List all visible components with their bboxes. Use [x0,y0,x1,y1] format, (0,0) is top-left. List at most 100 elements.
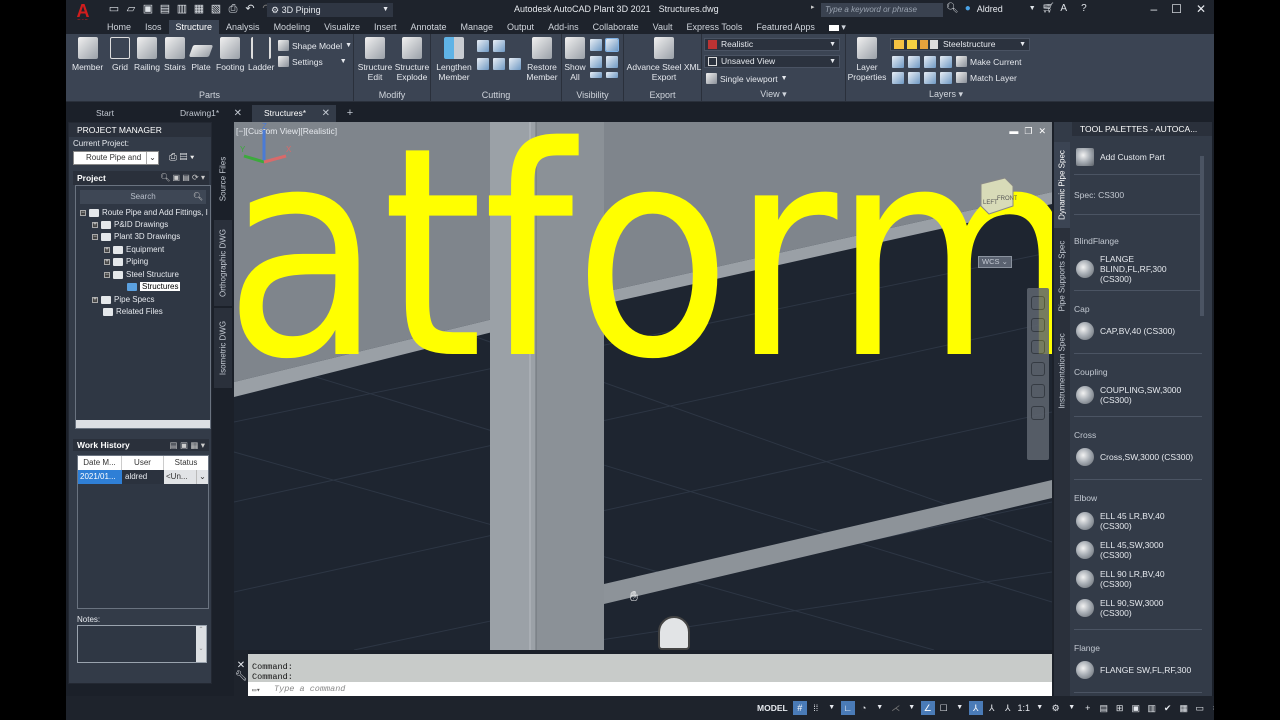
show-symbol-icon[interactable] [606,72,618,78]
search-icon[interactable]: 🔍︎ [946,3,959,14]
print-icon[interactable]: ⎙ [227,3,239,15]
stairs-button[interactable]: Stairs [164,37,186,72]
ladder-button[interactable]: Ladder [248,37,274,72]
collapse-icon[interactable]: − [80,209,86,216]
ribbon-tab-insert[interactable]: Insert [367,20,404,34]
palette-item[interactable]: ELL 90,SW,3000 (CS300) [1076,598,1196,618]
zoom-icon[interactable] [1031,340,1045,354]
chevron-down-icon[interactable]: ▼ [1033,701,1047,715]
hide-others-icon[interactable] [590,56,602,68]
layer-properties-button[interactable]: Layer Properties [848,37,886,82]
show-model-icon[interactable] [606,56,618,68]
ribbon-tab-vault[interactable]: Vault [646,20,680,34]
annotation-scale-select[interactable]: 1:1 [1017,701,1031,715]
layer-isolate-icon[interactable] [908,56,920,68]
hide-icon[interactable] [590,39,602,51]
save-icon[interactable]: ▣ [142,3,154,15]
print-icon[interactable]: ⎙ ▤ ▾ [169,151,207,165]
layer-select[interactable]: Steelstructure ▼ [890,38,1030,51]
grid-toggle[interactable]: # [792,700,807,715]
ribbon-tab-collaborate[interactable]: Collaborate [586,20,646,34]
undo-icon[interactable]: ↶ [244,3,256,15]
visual-style-select[interactable]: Realistic ▼ [704,38,840,51]
palette-title[interactable]: PROJECT MANAGER [69,123,211,137]
maximize-icon[interactable]: ☐ [1171,2,1182,16]
isolate-icon[interactable] [605,38,619,52]
palette-item[interactable]: CAP,BV,40 (CS300) [1076,322,1196,340]
minimize-icon[interactable]: – [1150,2,1157,16]
viewport-config-button[interactable]: Single viewport ▼ [706,73,788,84]
structure-edit-button[interactable]: Structure Edit [358,37,392,82]
drawing-viewport[interactable]: atform [−][Custom View][Realistic] ▬ ❐ ✕… [234,122,1052,650]
cart-icon[interactable]: 🛒︎ [1042,3,1055,14]
quick-properties-icon[interactable]: ⊞ [1113,701,1127,715]
layer-lock-icon[interactable] [940,56,952,68]
import-icon[interactable]: ▧ [210,3,222,15]
collapse-icon[interactable]: − [104,271,110,278]
publish-icon[interactable]: ▥ [176,3,188,15]
tree-node[interactable]: Structures [116,282,181,291]
close-icon[interactable]: ✕ [1196,2,1206,16]
tree-node[interactable]: − Steel Structure [104,270,179,279]
cut-icon[interactable] [477,40,489,52]
annotation-scale-icon[interactable]: ⅄ [1001,701,1015,715]
viewport-nav-icon[interactable] [1031,406,1045,420]
save-as-icon[interactable]: ▤ [159,3,171,15]
layer-freeze-icon[interactable] [924,56,936,68]
workspace-gear-icon[interactable]: ⚙ [1049,701,1063,715]
isolate-objects-icon[interactable]: ▥ [1145,701,1159,715]
layer-unisolate-icon[interactable] [908,72,920,84]
structure-explode-button[interactable]: Structure Explode [394,37,430,82]
steering-wheel-icon[interactable] [1031,296,1045,310]
ribbon-tab-structure[interactable]: Structure [168,20,220,34]
project-tools-icons[interactable]: 🔍︎ ▣ ▤ ⟳ ▾ [160,171,205,185]
layer-on-icon[interactable] [892,72,904,84]
doc-tab-drawing1[interactable]: Drawing1* ✕ [168,105,248,122]
showmotion-icon[interactable] [1031,384,1045,398]
tree-node[interactable]: Related Files [92,307,163,316]
advance-steel-export-button[interactable]: Advance Steel XML Export [626,37,702,82]
ribbon-tab-home[interactable]: Home [100,20,138,34]
project-search-input[interactable]: Search 🔍︎ [80,190,206,204]
open-icon[interactable]: ▱ [125,3,137,15]
palette-item[interactable]: Cross,SW,3000 (CS300) [1076,448,1196,466]
add-custom-part-button[interactable]: Add Custom Part [1076,148,1165,166]
tree-node[interactable]: + Equipment [104,245,164,254]
collapse-icon[interactable]: − [92,233,98,240]
palette-item[interactable]: ELL 45 LR,BV,40 (CS300) [1076,511,1196,531]
make-current-button[interactable]: Make Current [956,56,1022,67]
chevron-down-icon[interactable]: ▼ [1029,5,1036,12]
view-cube-left-face[interactable]: LEFT [983,200,998,206]
tab-instrumentation-spec[interactable]: Instrumentation Spec [1054,324,1070,418]
autodesk-icon[interactable]: A [1060,3,1067,14]
clean-screen-icon[interactable]: ▦ [1177,701,1191,715]
named-view-select[interactable]: Unsaved View ▼ [704,55,840,68]
viewport-minimize-icon[interactable]: ▬ [1009,126,1018,137]
isodraft-toggle[interactable]: ⋌ [889,701,903,715]
ribbon-tab-modeling[interactable]: Modeling [267,20,318,34]
ribbon-tab-manage[interactable]: Manage [454,20,501,34]
expand-icon[interactable]: + [104,246,110,253]
chevron-down-icon[interactable]: ▼ [1065,701,1079,715]
new-tab-button[interactable]: + [342,105,358,122]
side-tab-isometric-dwg[interactable]: Isometric DWG [214,308,232,388]
layer-unlock-icon[interactable] [940,72,952,84]
command-prompt-icon[interactable]: ▭▾ [252,684,270,695]
polar-tracking-toggle[interactable]: ◔ [857,701,871,715]
close-icon[interactable]: ✕ [234,660,248,671]
customization-menu-icon[interactable]: ≡ [1209,701,1214,715]
command-input[interactable]: ▭▾ Type a command [248,682,1052,696]
wcs-menu[interactable]: WCS ⌄ [978,256,1012,268]
customize-icon[interactable]: 🔧︎ [234,671,248,682]
help-icon[interactable]: ? [1081,3,1087,14]
cope-icon[interactable] [509,58,521,70]
viewport-close-icon[interactable]: ✕ [1038,126,1046,137]
lock-ui-icon[interactable]: ▣ [1129,701,1143,715]
object-snap-tracking-toggle[interactable]: ∠ [920,700,935,715]
work-history-tools-icons[interactable]: ▤ ▣ ▦ ▾ [170,439,205,451]
help-search-input[interactable]: Type a keyword or phrase [821,3,943,17]
search-expand-icon[interactable]: ▸ [811,3,815,11]
horizontal-scrollbar[interactable] [76,420,210,428]
status-select[interactable]: <Un... ⌄ [164,470,208,484]
expand-icon[interactable]: + [104,258,110,265]
